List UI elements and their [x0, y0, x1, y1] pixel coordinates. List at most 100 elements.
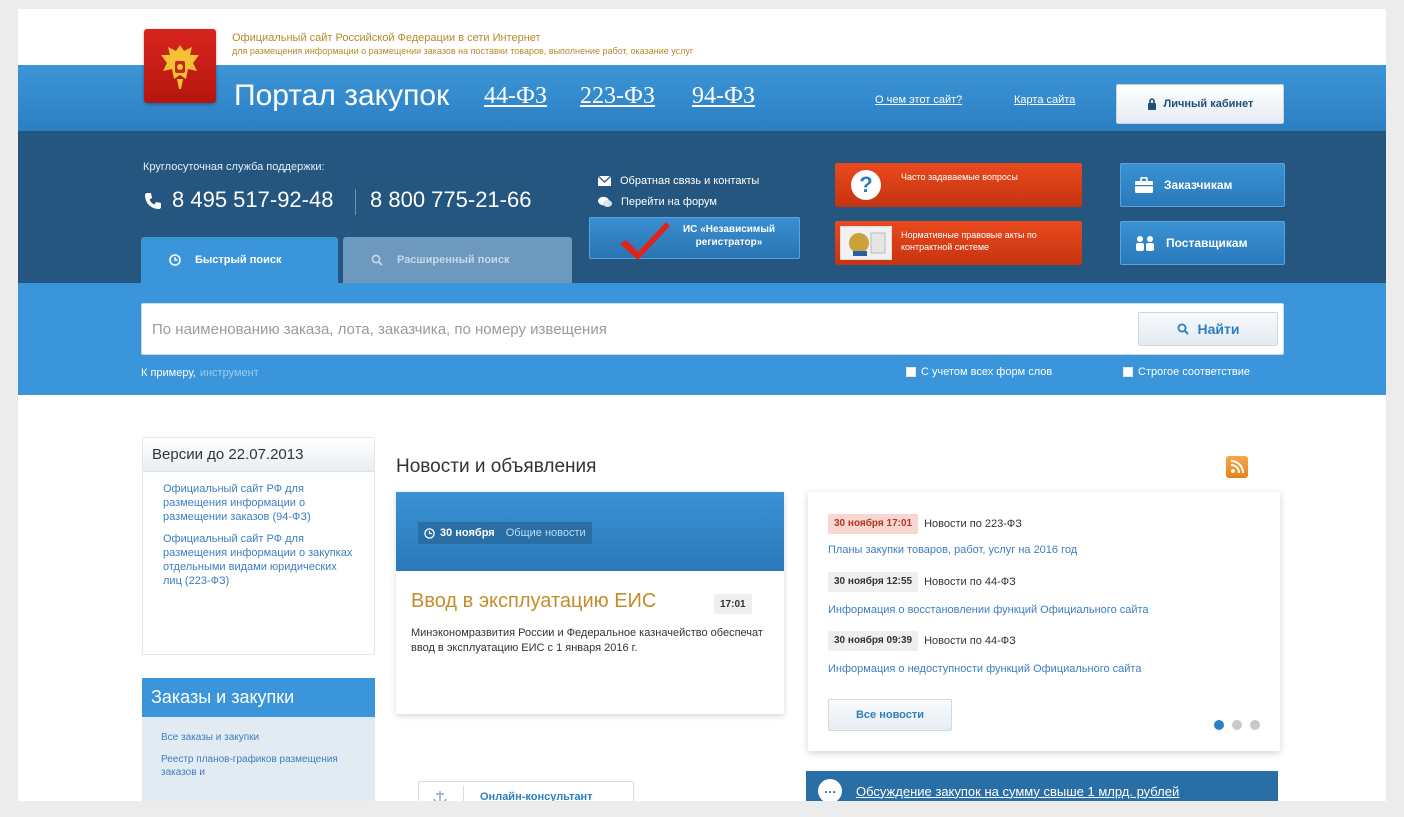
law-link-94fz[interactable]: 94-ФЗ: [692, 83, 755, 110]
featured-news-header: 30 ноября Общие новости: [396, 492, 784, 571]
feedback-label: Обратная связь и контакты: [620, 175, 760, 187]
checkbox-square: [1123, 367, 1133, 377]
all-word-forms-label: С учетом всех форм слов: [921, 366, 1053, 378]
chat-bubbles-icon: [598, 196, 612, 207]
customers-label: Заказчикам: [1164, 178, 1233, 192]
portal-title-bar: Портал закупок 44-ФЗ 223-ФЗ 94-ФЗ О чем …: [18, 65, 1386, 131]
all-word-forms-checkbox[interactable]: С учетом всех форм слов: [906, 366, 1052, 378]
news-feed-category: Новости по 44-ФЗ: [924, 576, 1016, 588]
forum-link[interactable]: Перейти на форум: [598, 196, 717, 208]
news-feed-date: 30 ноября 12:55: [828, 572, 919, 592]
clock-icon: [169, 254, 181, 266]
portal-page: Официальный сайт Российской Федерации в …: [18, 9, 1386, 801]
search-example-label: К примеру,: [141, 367, 196, 379]
discussion-banner-label: Обсуждение закупок на сумму свыше 1 млрд…: [856, 783, 1180, 799]
faq-label: Часто задаваемые вопросы: [901, 172, 1018, 182]
sitemap-link[interactable]: Карта сайта: [1014, 94, 1075, 106]
news-feed-date: 30 ноября 17:01: [828, 514, 919, 534]
independent-registrar-button[interactable]: ИС «Независимый регистратор»: [589, 217, 800, 260]
site-description-line2: для размещения информации о размещении з…: [232, 46, 694, 56]
online-consultant-label: Онлайн-консультант: [480, 791, 593, 801]
news-feed-item: 30 ноября 12:55 Новости по 44-ФЗ: [828, 572, 1016, 592]
divider: [463, 786, 464, 801]
orders-section-title: Заказы и закупки: [142, 678, 375, 717]
phone-icon: [145, 193, 161, 209]
all-orders-link[interactable]: Все заказы и закупки: [161, 731, 375, 744]
support-phone-tollfree[interactable]: 8 800 775-21-66: [370, 187, 531, 213]
featured-news-headline[interactable]: Ввод в эксплуатацию ЕИС: [411, 590, 656, 613]
legal-acts-icon: [840, 226, 892, 260]
search-example: К примеру, инструмент: [141, 367, 259, 379]
support-label: Круглосуточная служба поддержки:: [143, 161, 325, 173]
legal-acts-button[interactable]: Нормативные правовые акты по контрактной…: [835, 221, 1082, 265]
suppliers-label: Поставщикам: [1166, 236, 1248, 250]
online-consultant-button[interactable]: Онлайн-консультант: [418, 781, 634, 801]
lock-icon: [1147, 98, 1156, 110]
phone-divider: [355, 189, 356, 215]
news-feed-category: Новости по 44-ФЗ: [924, 635, 1016, 647]
site-description-line1: Официальный сайт Российской Федерации в …: [232, 32, 541, 44]
featured-news-date-chip: 30 ноября Общие новости: [418, 522, 592, 544]
independent-registrar-label: ИС «Независимый регистратор»: [682, 224, 776, 248]
law-link-223fz[interactable]: 223-ФЗ: [580, 83, 655, 110]
suppliers-button[interactable]: Поставщикам: [1120, 221, 1285, 265]
customers-button[interactable]: Заказчикам: [1120, 163, 1285, 207]
carousel-dot[interactable]: [1232, 720, 1242, 730]
all-news-button[interactable]: Все новости: [828, 699, 952, 731]
briefcase-icon: [1135, 177, 1153, 193]
envelope-icon: [598, 176, 611, 186]
news-section-title: Новости и объявления: [396, 456, 597, 477]
old-versions-title: Версии до 22.07.2013: [143, 438, 374, 472]
rss-icon[interactable]: [1226, 456, 1248, 478]
law-link-44fz[interactable]: 44-ФЗ: [484, 83, 547, 110]
old-version-223fz-link[interactable]: Официальный сайт РФ для размещения инфор…: [143, 532, 374, 588]
search-box: Найти: [141, 303, 1284, 355]
top-strip: Официальный сайт Российской Федерации в …: [18, 9, 1386, 65]
people-icon: [1136, 236, 1154, 251]
old-version-94fz-link[interactable]: Официальный сайт РФ для размещения инфор…: [143, 482, 374, 524]
portal-title[interactable]: Портал закупок: [234, 79, 449, 113]
eagle-icon: [161, 45, 199, 89]
carousel-dot[interactable]: [1250, 720, 1260, 730]
search-example-link[interactable]: инструмент: [200, 367, 259, 379]
red-checkmark-icon: [620, 222, 670, 260]
discussion-banner[interactable]: … Обсуждение закупок на сумму свыше 1 мл…: [806, 771, 1278, 801]
header-info-bar: Круглосуточная служба поддержки: 8 495 5…: [18, 131, 1386, 283]
faq-button[interactable]: ? Часто задаваемые вопросы: [835, 163, 1082, 207]
about-site-link[interactable]: О чем этот сайт?: [875, 94, 962, 106]
feedback-link[interactable]: Обратная связь и контакты: [598, 175, 759, 187]
news-feed-item: 30 ноября 09:39 Новости по 44-ФЗ: [828, 631, 1016, 651]
news-feed-category: Новости по 223-ФЗ: [924, 518, 1022, 530]
support-phone-moscow[interactable]: 8 495 517-92-48: [172, 187, 333, 213]
tab-quick-search[interactable]: Быстрый поиск: [141, 237, 338, 283]
featured-news-date: 30 ноября: [440, 527, 495, 539]
search-input[interactable]: [142, 304, 1132, 354]
strict-match-label: Строгое соответствие: [1138, 366, 1250, 378]
featured-news-card[interactable]: 30 ноября Общие новости Ввод в эксплуата…: [396, 492, 784, 714]
personal-cabinet-label: Личный кабинет: [1163, 98, 1254, 110]
search-panel: Найти К примеру, инструмент С учетом всех…: [18, 283, 1386, 395]
news-feed-title-link[interactable]: Информация о восстановлении функций Офиц…: [828, 604, 1149, 616]
strict-match-checkbox[interactable]: Строгое соответствие: [1123, 366, 1250, 378]
checkbox-square: [906, 367, 916, 377]
tab-quick-search-label: Быстрый поиск: [195, 254, 282, 266]
schedule-registry-link[interactable]: Реестр планов-графиков размещения заказо…: [161, 753, 375, 779]
forum-label: Перейти на форум: [621, 196, 717, 208]
news-feed-panel: 30 ноября 17:01 Новости по 223-ФЗ Планы з…: [808, 492, 1280, 751]
featured-news-body: Минэкономразвития России и Федеральное к…: [411, 627, 763, 654]
question-mark-icon: ?: [851, 170, 881, 200]
coat-of-arms-logo[interactable]: [144, 29, 216, 103]
anchor-icon: [433, 791, 447, 801]
chat-icon: …: [818, 779, 842, 801]
featured-news-category: Общие новости: [505, 527, 586, 539]
legal-acts-label: Нормативные правовые акты по контрактной…: [901, 230, 1037, 252]
news-feed-title-link[interactable]: Планы закупки товаров, работ, услуг на 2…: [828, 544, 1077, 556]
news-feed-title-link[interactable]: Информация о недоступности функций Офици…: [828, 663, 1141, 675]
news-feed-item: 30 ноября 17:01 Новости по 223-ФЗ: [828, 514, 1022, 534]
carousel-dot[interactable]: [1214, 720, 1224, 730]
personal-cabinet-button[interactable]: Личный кабинет: [1116, 84, 1284, 124]
find-button-label: Найти: [1197, 321, 1240, 337]
orders-links-list: Все заказы и закупки Реестр планов-графи…: [142, 717, 375, 801]
tab-extended-search[interactable]: Расширенный поиск: [343, 237, 572, 283]
find-button[interactable]: Найти: [1138, 312, 1278, 346]
